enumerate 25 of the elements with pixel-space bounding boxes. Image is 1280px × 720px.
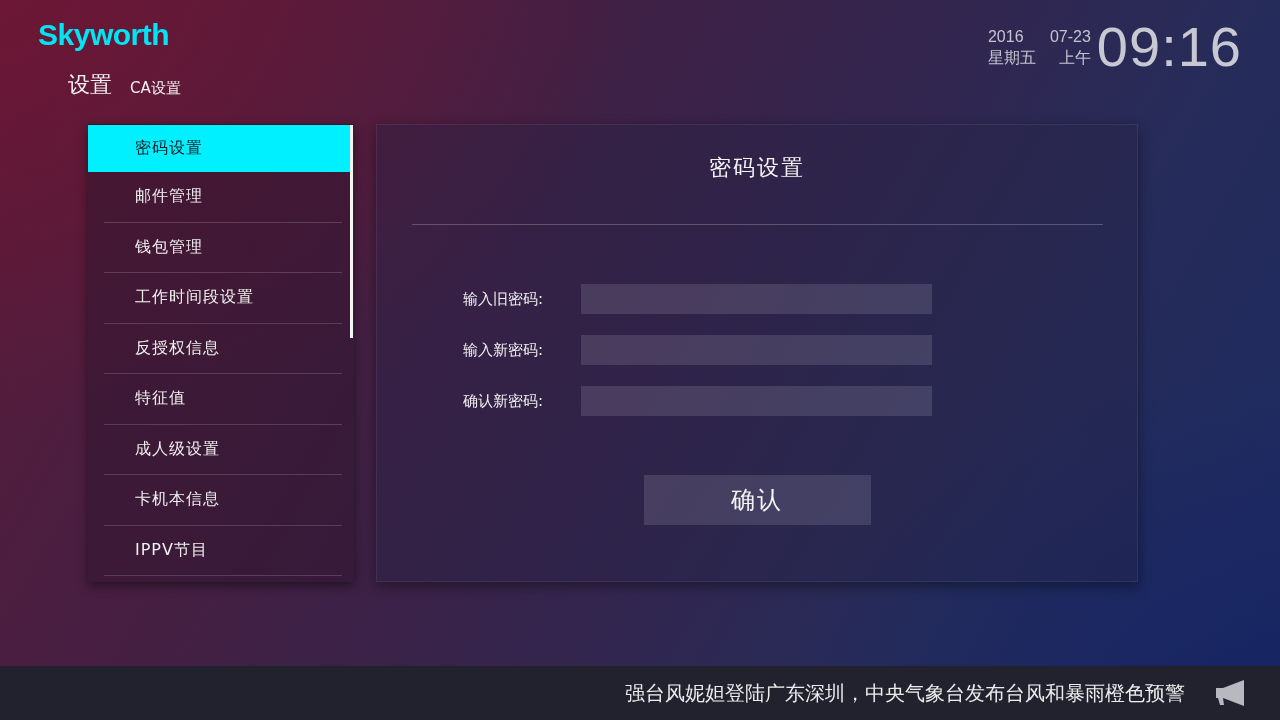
scrollbar-thumb[interactable] [350,125,353,338]
menu-item[interactable]: 密码设置 [88,125,352,172]
year-text: 2016 [987,27,1025,46]
field-label: 确认新密码: [463,391,545,411]
menu-item[interactable]: 钱包管理 [104,222,342,273]
weekday-text: 星期五 [987,48,1036,67]
menu-item[interactable]: 特征值 [104,374,342,425]
megaphone-icon [1216,680,1244,706]
logo: Skyworth [38,20,170,50]
menu-item[interactable]: 卡机本信息 [104,475,342,526]
confirm-button[interactable]: 确认 [643,475,871,525]
field-label: 输入旧密码: [463,289,545,309]
section-title: 设置 [68,71,112,99]
menu-item[interactable]: 成人级设置 [104,424,342,475]
panel-title: 密码设置 [709,154,805,182]
menu-item[interactable]: 工作时间段设置 [104,273,342,324]
menu-item[interactable]: 邮件管理 [104,172,342,223]
menu-item[interactable]: IPPV节目 [104,525,342,576]
clock-time: 09:16 [1096,22,1242,72]
menu-item[interactable]: 反授权信息 [104,323,342,374]
page-title: CA设置 [130,77,181,99]
period-text: 上午 [1057,48,1091,67]
date-text: 07-23 [1049,27,1091,46]
ticker-text: 强台风妮妲登陆广东深圳，中央气象台发布台风和暴雨橙色预警 [625,680,1185,706]
field-label: 输入新密码: [463,340,545,360]
